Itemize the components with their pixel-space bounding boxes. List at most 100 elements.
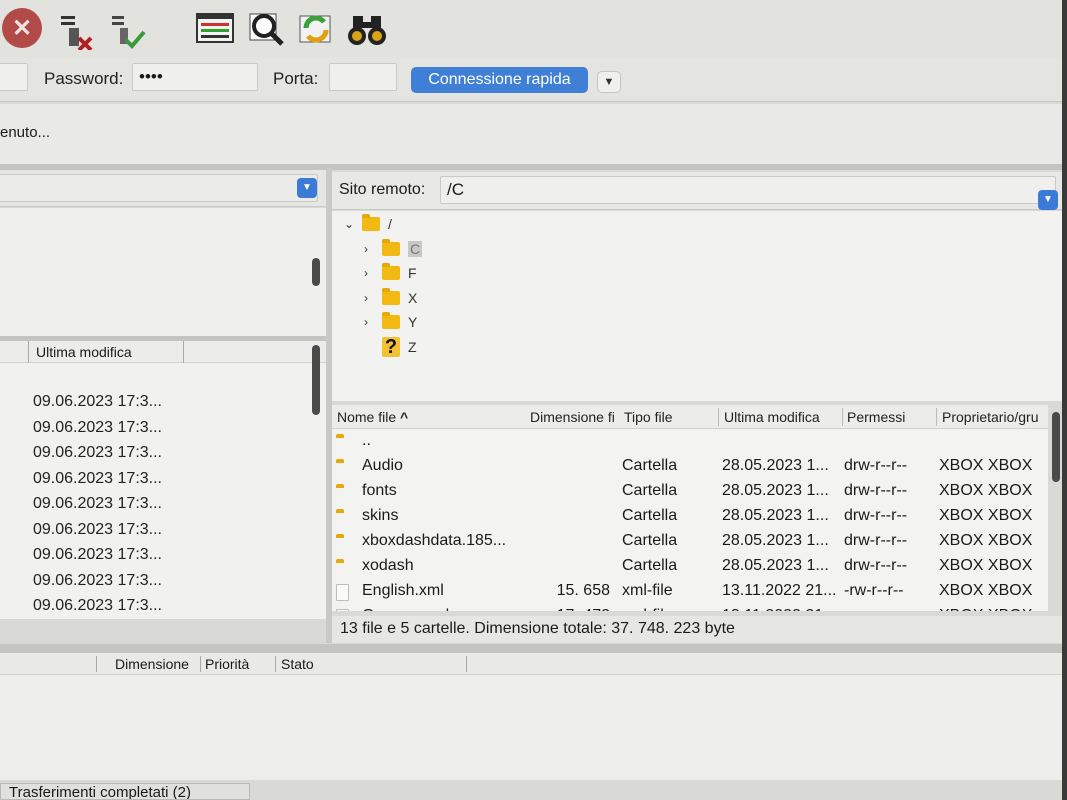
- tab-completed-transfers[interactable]: Trasferimenti completati (2): [0, 783, 250, 800]
- quickconnect-history-dropdown[interactable]: ▼: [597, 71, 621, 93]
- tree-node[interactable]: ? Z: [364, 336, 417, 358]
- find-button[interactable]: [345, 6, 389, 50]
- process-queue-button[interactable]: [104, 6, 148, 50]
- file-owner: XBOX XBOX: [939, 607, 1032, 611]
- remote-file-list[interactable]: .. Audio Cartella 28.05.2023 1... drw-r--r--…: [332, 429, 1048, 611]
- tree-node-label: Z: [408, 339, 417, 355]
- remote-site-bar: Sito remoto: /C ▼: [332, 172, 1062, 210]
- local-row-modified[interactable]: 09.06.2023 17:3...: [33, 393, 162, 411]
- local-row-modified[interactable]: 09.06.2023 17:3...: [33, 521, 162, 539]
- local-path-dropdown[interactable]: ▼: [297, 178, 317, 198]
- file-modified: 13.11.2022 21...: [722, 607, 836, 611]
- file-icon: [336, 584, 349, 601]
- file-row[interactable]: xodash Cartella 28.05.2023 1... drw-r--r-- X…: [332, 555, 1048, 580]
- local-row-modified[interactable]: 09.06.2023 17:3...: [33, 470, 162, 488]
- search-button[interactable]: [244, 6, 288, 50]
- queue-column-priority[interactable]: Priorità: [205, 656, 249, 672]
- remote-path-input[interactable]: /C: [440, 176, 1056, 204]
- refresh-button[interactable]: [294, 6, 338, 50]
- password-field[interactable]: ••••: [132, 63, 258, 91]
- file-row[interactable]: German.xml 17. 472 xml-file 13.11.2022 21..…: [332, 605, 1048, 611]
- disconnect-button[interactable]: ✕: [0, 6, 44, 50]
- chevron-right-icon[interactable]: ›: [364, 291, 382, 305]
- column-header-name[interactable]: Nome file ^: [337, 409, 408, 425]
- file-row[interactable]: ..: [332, 430, 1048, 455]
- file-name: German.xml: [362, 607, 449, 611]
- local-path-input[interactable]: [0, 174, 318, 202]
- file-permissions: -rw-r--r--: [844, 582, 904, 599]
- quickconnect-button[interactable]: Connessione rapida: [411, 67, 588, 93]
- chevron-down-icon[interactable]: ⌄: [344, 217, 362, 231]
- file-owner: XBOX XBOX: [939, 457, 1033, 474]
- column-divider: [842, 408, 843, 426]
- tree-node[interactable]: › C: [364, 238, 423, 260]
- file-modified: 13.11.2022 21...: [722, 582, 837, 599]
- file-row[interactable]: fonts Cartella 28.05.2023 1... drw-r--r-- XB…: [332, 480, 1048, 505]
- file-row[interactable]: skins Cartella 28.05.2023 1... drw-r--r-- XB…: [332, 505, 1048, 530]
- file-icon: [336, 609, 349, 611]
- file-owner: XBOX XBOX: [939, 507, 1033, 524]
- username-field[interactable]: [0, 63, 28, 91]
- column-header-permissions[interactable]: Permessi: [847, 409, 905, 425]
- remote-list-header: Nome file ^ Dimensione fi Tipo file Ulti…: [332, 405, 1048, 429]
- column-header-modified[interactable]: Ultima modifica: [724, 409, 820, 425]
- queue-column-status[interactable]: Stato: [281, 656, 314, 672]
- file-type: Cartella: [622, 482, 678, 499]
- queue-splitter[interactable]: [0, 644, 1062, 653]
- column-header-owner[interactable]: Proprietario/gru: [942, 409, 1042, 425]
- chevron-right-icon[interactable]: ›: [364, 315, 382, 329]
- file-name: fonts: [362, 482, 397, 499]
- file-name: ..: [362, 432, 371, 449]
- port-field[interactable]: [329, 63, 397, 91]
- local-row-modified[interactable]: 09.06.2023 17:3...: [33, 419, 162, 437]
- tree-node[interactable]: › Y: [364, 311, 417, 333]
- transfer-queue[interactable]: [0, 675, 1062, 780]
- column-header-size[interactable]: Dimensione fi: [530, 409, 619, 425]
- port-label: Porta:: [273, 69, 319, 88]
- column-header-type[interactable]: Tipo file: [624, 409, 673, 425]
- tree-node[interactable]: ⌄ /: [344, 213, 392, 235]
- file-row[interactable]: English.xml 15. 658 xml-file 13.11.2022 21.…: [332, 580, 1048, 605]
- chevron-right-icon[interactable]: ›: [364, 242, 382, 256]
- remote-list-scrollbar[interactable]: [1052, 412, 1060, 482]
- file-type: Cartella: [622, 532, 678, 549]
- remote-status-bar: 13 file e 5 cartelle. Dimensione totale:…: [332, 616, 1062, 643]
- chevron-right-icon[interactable]: ›: [364, 266, 382, 280]
- file-permissions: drw-r--r--: [844, 457, 908, 474]
- local-row-modified[interactable]: 09.06.2023 17:3...: [33, 546, 162, 564]
- local-list-scrollbar[interactable]: [312, 345, 320, 415]
- remote-directory-tree[interactable]: ⌄ / › C › F › X › Y ? Z: [332, 211, 1062, 401]
- file-name: English.xml: [362, 582, 444, 599]
- local-file-list[interactable]: 09.06.2023 17:3... 09.06.2023 17:3... 09.0…: [0, 345, 326, 619]
- local-tree-scrollbar[interactable]: [312, 258, 320, 286]
- search-files-icon: [249, 13, 284, 46]
- local-row-modified[interactable]: 09.06.2023 17:3...: [33, 495, 162, 513]
- file-name: skins: [362, 507, 399, 524]
- toggle-listing-button[interactable]: [193, 6, 237, 50]
- queue-column-size[interactable]: Dimensione: [115, 656, 189, 672]
- file-type: Cartella: [622, 457, 678, 474]
- file-row[interactable]: xboxdashdata.185... Cartella 28.05.2023 1.…: [332, 530, 1048, 555]
- chevron-down-icon: ▼: [1043, 194, 1053, 205]
- toolbar: ✕: [0, 0, 1067, 58]
- local-directory-tree[interactable]: [0, 208, 326, 336]
- cancel-queue-icon: [61, 16, 93, 50]
- tree-node[interactable]: › X: [364, 287, 417, 309]
- column-divider: [183, 341, 184, 363]
- cancel-queue-button[interactable]: [55, 6, 99, 50]
- chevron-down-icon: ▼: [603, 76, 615, 88]
- file-type: xml-file: [622, 607, 673, 611]
- file-row[interactable]: Audio Cartella 28.05.2023 1... drw-r--r-- XB…: [332, 455, 1048, 480]
- file-owner: XBOX XBOX: [939, 557, 1033, 574]
- local-row-modified[interactable]: 09.06.2023 17:3...: [33, 597, 162, 615]
- tree-node[interactable]: › F: [364, 262, 417, 284]
- local-row-modified[interactable]: 09.06.2023 17:3...: [33, 444, 162, 462]
- password-label: Password:: [44, 69, 124, 88]
- file-name: xodash: [362, 557, 414, 574]
- file-owner: XBOX XBOX: [939, 482, 1033, 499]
- column-header-modified[interactable]: Ultima modifica: [36, 344, 132, 360]
- local-row-modified[interactable]: 09.06.2023 17:3...: [33, 572, 162, 590]
- remote-path-dropdown[interactable]: ▼: [1038, 190, 1058, 210]
- sort-ascending-icon: ^: [400, 409, 409, 425]
- folder-icon: [382, 263, 400, 281]
